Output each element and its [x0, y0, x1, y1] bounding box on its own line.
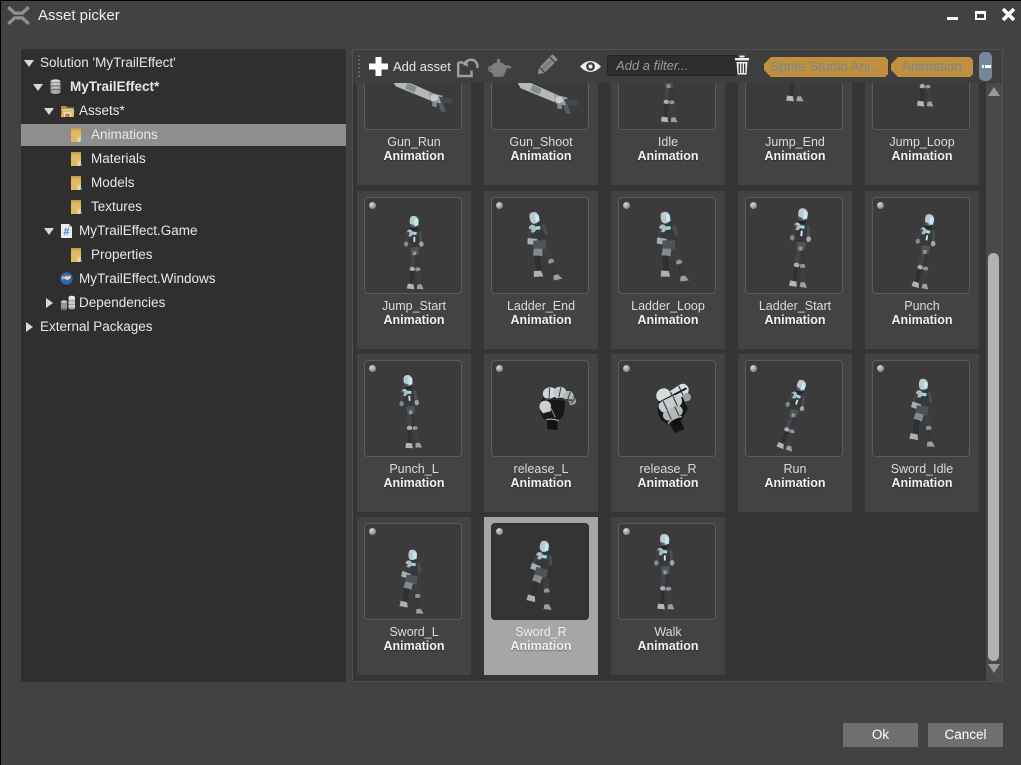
svg-text:#: # — [63, 226, 69, 238]
